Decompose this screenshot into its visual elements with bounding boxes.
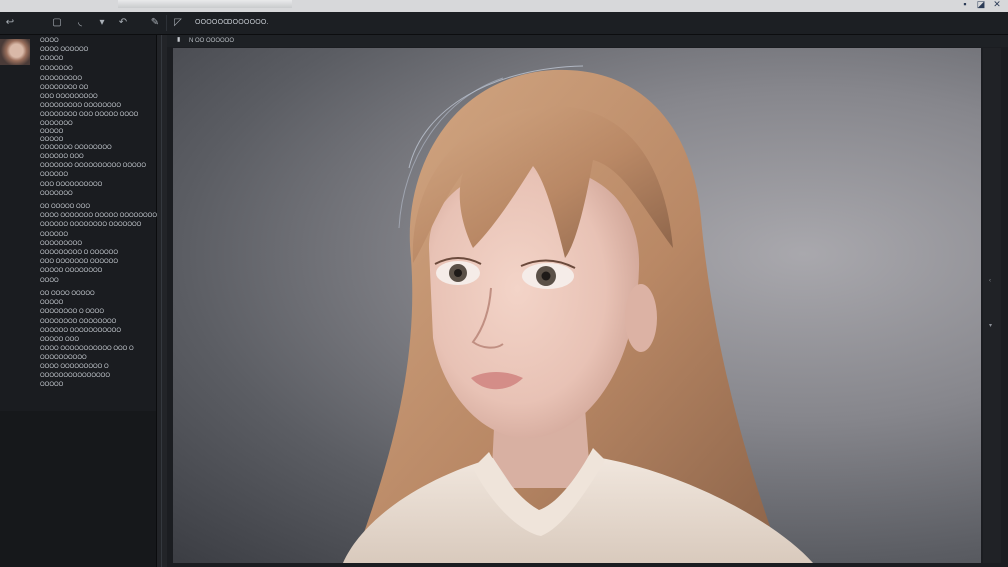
layer-item[interactable]: OOOO bbox=[40, 277, 59, 285]
toolbar-label-1[interactable]: OOOOOO bbox=[195, 17, 229, 29]
title-bar-decoration bbox=[118, 0, 292, 8]
layer-item[interactable]: OOOOOOO bbox=[40, 65, 73, 73]
layer-item[interactable]: OOOOOOOO OOOOOOOO bbox=[40, 318, 116, 326]
layer-item[interactable]: OOOOOOO bbox=[40, 120, 73, 128]
document-tab-label: N OO OOOOOO bbox=[189, 38, 235, 44]
layer-item[interactable]: OOO OOOOOOO OOOOOO bbox=[40, 258, 118, 266]
layer-item[interactable]: OOOO OOOOOOOOOOO OOO O bbox=[40, 345, 134, 353]
layer-item[interactable]: OOOOOO OOOOOOOOOOO bbox=[40, 327, 121, 335]
layer-item[interactable]: OOOOO bbox=[40, 381, 63, 389]
layer-item[interactable]: OOOOOO bbox=[40, 171, 68, 179]
layer-item[interactable]: OOOOOO bbox=[40, 231, 68, 239]
title-bar: ▪ ◪ ✕ bbox=[0, 0, 1008, 12]
layer-item[interactable]: OOOOOOOOO OOOOOOOO bbox=[40, 102, 121, 110]
toolbar-separator bbox=[166, 15, 167, 31]
layer-item[interactable]: OOOOOOO bbox=[40, 190, 73, 198]
layer-item[interactable]: OO OOOOO OOO bbox=[40, 203, 90, 211]
stamp-icon[interactable]: ▾ bbox=[96, 17, 108, 29]
layer-item[interactable]: OOOOOOOOOOOOOOO bbox=[40, 372, 110, 380]
layer-item[interactable]: OOOOO bbox=[40, 55, 63, 63]
frame-icon[interactable]: ▢ bbox=[51, 17, 63, 29]
layer-item[interactable]: OOOOOOOO O OOOO bbox=[40, 308, 104, 316]
undo-icon[interactable]: ↶ bbox=[117, 17, 129, 29]
brush-icon[interactable]: ◟ bbox=[74, 17, 86, 29]
layer-thumbnail[interactable] bbox=[0, 39, 30, 65]
portrait-image bbox=[343, 65, 813, 563]
panel-empty-area bbox=[0, 411, 156, 567]
layer-item[interactable]: OOOO bbox=[40, 37, 59, 45]
image-canvas[interactable] bbox=[173, 48, 981, 563]
layer-item[interactable]: OOOOOOOO OO bbox=[40, 84, 88, 92]
layer-item[interactable]: OOOOOO OOO bbox=[40, 153, 84, 161]
document-tab[interactable]: ▮ N OO OOOOOO bbox=[167, 35, 1008, 47]
layer-item[interactable]: OOOOOO OOOOOOOO OOOOOOO bbox=[40, 221, 141, 229]
layer-item[interactable]: OOOOO OOO bbox=[40, 336, 79, 344]
document-area: ▮ N OO OOOOOO ‹ ▾ bbox=[167, 35, 1008, 567]
layer-item[interactable]: OOOOOOO OOOOOOOO bbox=[40, 144, 112, 152]
panel-splitter[interactable] bbox=[157, 35, 167, 567]
layer-item[interactable]: OOOOOOOO OOO OOOOO OOOO bbox=[40, 111, 138, 119]
vertical-scrollbar[interactable]: ‹ ▾ bbox=[983, 48, 1001, 563]
scroll-up-icon[interactable]: ‹ bbox=[989, 278, 995, 284]
layer-item[interactable]: OOO OOOOOOOOOO bbox=[40, 181, 102, 189]
layer-item[interactable]: OOOOOOOOO bbox=[40, 240, 82, 248]
close-icon[interactable]: ✕ bbox=[992, 0, 1002, 9]
arrow-icon[interactable]: ↩ bbox=[4, 17, 16, 29]
layer-item[interactable]: OOO OOOOOOOOO bbox=[40, 93, 98, 101]
layer-item[interactable]: OOOOOOOOOO bbox=[40, 354, 87, 362]
toolbar-label-2[interactable]: OOOOOOO. bbox=[227, 17, 269, 29]
layer-item[interactable]: OOOOOOOOO O OOOOOO bbox=[40, 249, 118, 257]
layer-item[interactable]: OO OOOO OOOOO bbox=[40, 290, 95, 298]
toolbar: ↩ ▢ ◟ ▾ ↶ ✎ ◸ OOOOOO OOOOOOO. bbox=[0, 12, 1008, 35]
pen-icon[interactable]: ✎ bbox=[149, 17, 161, 29]
scroll-down-icon[interactable]: ▾ bbox=[989, 323, 995, 329]
layer-item[interactable]: OOOOOOOOO bbox=[40, 75, 82, 83]
layer-item[interactable]: OOOOOOO OOOOOOOOOO OOOOO bbox=[40, 162, 146, 170]
layer-item[interactable]: OOOO OOOOOO bbox=[40, 46, 88, 54]
layer-item[interactable]: OOOOO OOOOOOOO bbox=[40, 267, 102, 275]
document-icon: ▮ bbox=[177, 37, 181, 43]
layer-item[interactable]: OOOOO bbox=[40, 299, 63, 307]
layer-item[interactable]: OOOOO bbox=[40, 128, 63, 136]
crop-icon[interactable]: ◸ bbox=[172, 17, 184, 29]
minimize-icon[interactable]: ▪ bbox=[960, 0, 970, 9]
layer-item[interactable]: OOOOO bbox=[40, 136, 63, 144]
layer-item[interactable]: OOOO OOOOOOOOO O bbox=[40, 363, 109, 371]
window-controls: ▪ ◪ ✕ bbox=[960, 0, 1002, 9]
ear bbox=[625, 284, 657, 352]
layer-item[interactable]: OOOO OOOOOOO OOOOO OOOOOOOO bbox=[40, 212, 157, 220]
restore-icon[interactable]: ◪ bbox=[976, 0, 986, 9]
layers-panel: OOOO OOOO OOOOOO OOOOO OOOOOOO OOOOOOOOO OOOO… bbox=[0, 35, 157, 567]
